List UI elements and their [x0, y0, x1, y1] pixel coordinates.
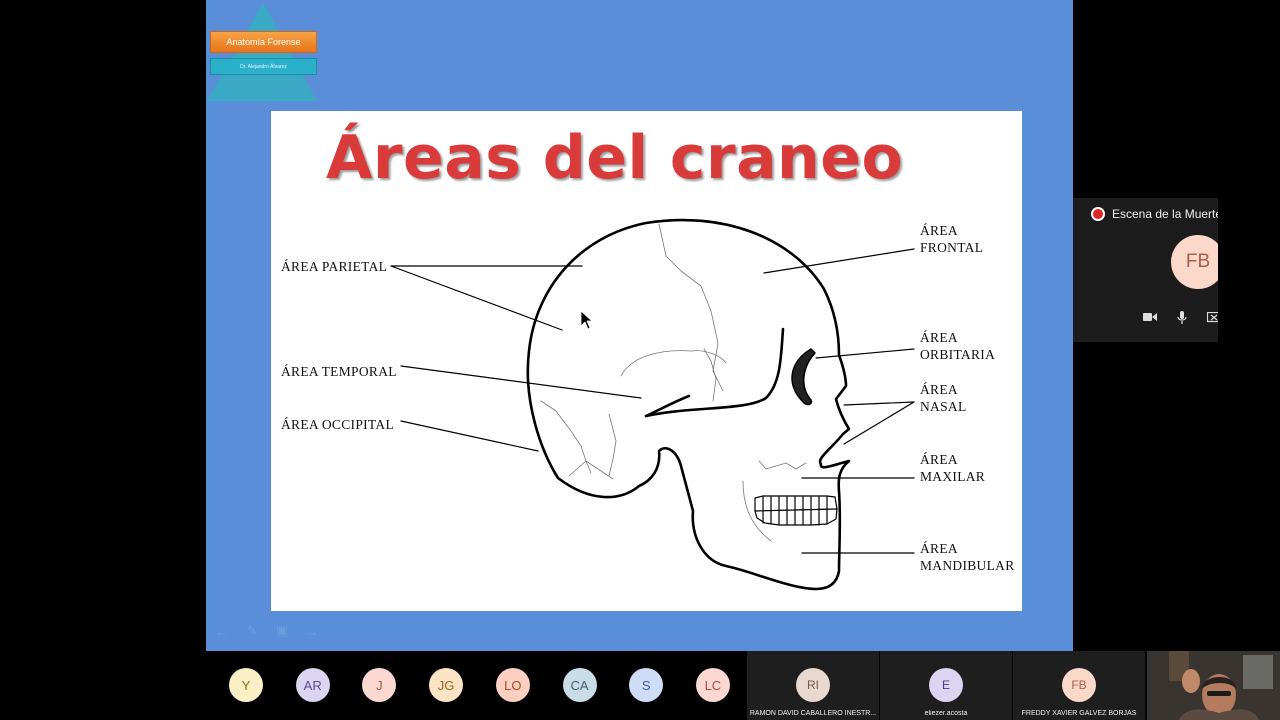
label-area-nasal-line1: ÁREA: [920, 382, 958, 397]
slide-content: Áreas del craneo ÁREA PARIETAL ÁREA TEMP…: [271, 111, 1022, 611]
label-area-maxilar: ÁREA MAXILAR: [920, 451, 985, 485]
label-area-frontal-line1: ÁREA: [920, 223, 958, 238]
recording-label: Escena de la Muerte: [1112, 207, 1218, 221]
participant-avatar[interactable]: LC: [695, 668, 730, 702]
participant-avatar[interactable]: J: [362, 668, 397, 702]
leader-parietal-2: [390, 265, 563, 331]
label-area-orbitaria-line1: ÁREA: [920, 330, 958, 345]
participant-avatar[interactable]: CA: [562, 668, 597, 702]
presenter-video: [1147, 651, 1280, 720]
recording-indicator: Escena de la Muerte: [1091, 207, 1218, 221]
microphone-icon[interactable]: [1173, 310, 1191, 324]
meeting-video-panel: Escena de la Muerte FB: [1073, 198, 1218, 342]
forward-arrow-icon[interactable]: →: [304, 624, 320, 639]
course-title-banner: Anatomía Forense: [210, 31, 317, 53]
record-icon: [1091, 207, 1105, 221]
participant-avatar[interactable]: AR: [295, 668, 330, 702]
label-area-mandibular-line2: MANDIBULAR: [920, 558, 1015, 573]
shared-slide: Anatomía Forense Dr. Alejandro Álvarez Á…: [206, 0, 1073, 651]
label-area-nasal-line2: NASAL: [920, 399, 967, 414]
leader-frontal: [763, 248, 915, 274]
participants-bar: Y AR J JG LO CA S LC RI RAMON DAVID CABALLERO IN…: [0, 651, 1280, 720]
back-arrow-icon[interactable]: ←: [214, 624, 230, 639]
label-area-maxilar-line2: MAXILAR: [920, 469, 986, 484]
participant-tile[interactable]: Eeliezer.acosta: [880, 651, 1012, 720]
panel-controls: [1141, 310, 1218, 324]
teacher-banner: Dr. Alejandro Álvarez: [210, 58, 317, 75]
mouse-cursor: [580, 310, 593, 330]
label-area-frontal: ÁREA FRONTAL: [920, 222, 983, 256]
participant-tile-avatar: FB: [1062, 668, 1096, 702]
participant-avatar[interactable]: JG: [429, 668, 464, 702]
label-area-frontal-line2: FRONTAL: [920, 240, 984, 255]
participant-tile-name: RAMON DAVID CABALLERO INESTR...: [749, 710, 877, 717]
participant-tile-avatar: RI: [796, 668, 830, 702]
participant-avatar[interactable]: LO: [495, 668, 530, 702]
participant-tile[interactable]: FB FREDDY XAVIER GALVEZ BORJAS: [1013, 651, 1145, 720]
label-area-parietal: ÁREA PARIETAL: [281, 259, 388, 274]
camera-icon[interactable]: [1141, 310, 1159, 324]
slide-toolbar: ← ✎ ▣ →: [214, 623, 320, 639]
label-area-maxilar-line1: ÁREA: [920, 452, 958, 467]
participant-avatar[interactable]: Y: [229, 668, 263, 702]
label-area-temporal: ÁREA TEMPORAL: [281, 364, 397, 379]
label-area-occipital: ÁREA OCCIPITAL: [281, 417, 394, 432]
leader-occipital: [400, 420, 539, 452]
leader-orbitaria: [815, 348, 915, 359]
label-area-orbitaria: ÁREA ORBITARIA: [920, 329, 995, 363]
label-area-mandibular-line1: ÁREA: [920, 541, 958, 556]
participant-tile-name: FREDDY XAVIER GALVEZ BORJAS: [1021, 710, 1137, 717]
participant-tile-name: eliezer.acosta: [924, 710, 968, 717]
leader-temporal: [400, 365, 642, 399]
participant-tile-avatar: E: [929, 668, 963, 702]
skull-diagram: [390, 218, 915, 591]
share-screen-icon[interactable]: [1205, 310, 1218, 324]
participant-avatar[interactable]: S: [629, 668, 664, 702]
label-area-mandibular: ÁREA MANDIBULAR: [920, 540, 1015, 574]
pen-icon[interactable]: ✎: [244, 623, 260, 638]
label-area-nasal: ÁREA NASAL: [920, 381, 967, 415]
panel-avatar: FB: [1171, 235, 1218, 289]
label-area-orbitaria-line2: ORBITARIA: [920, 347, 996, 362]
leader-nasal-2: [843, 401, 915, 445]
slides-grid-icon[interactable]: ▣: [274, 623, 290, 638]
active-camera-tile[interactable]: [1147, 651, 1280, 720]
participant-tile[interactable]: RI RAMON DAVID CABALLERO INESTR...: [747, 651, 879, 720]
leader-nasal-1: [843, 401, 915, 406]
